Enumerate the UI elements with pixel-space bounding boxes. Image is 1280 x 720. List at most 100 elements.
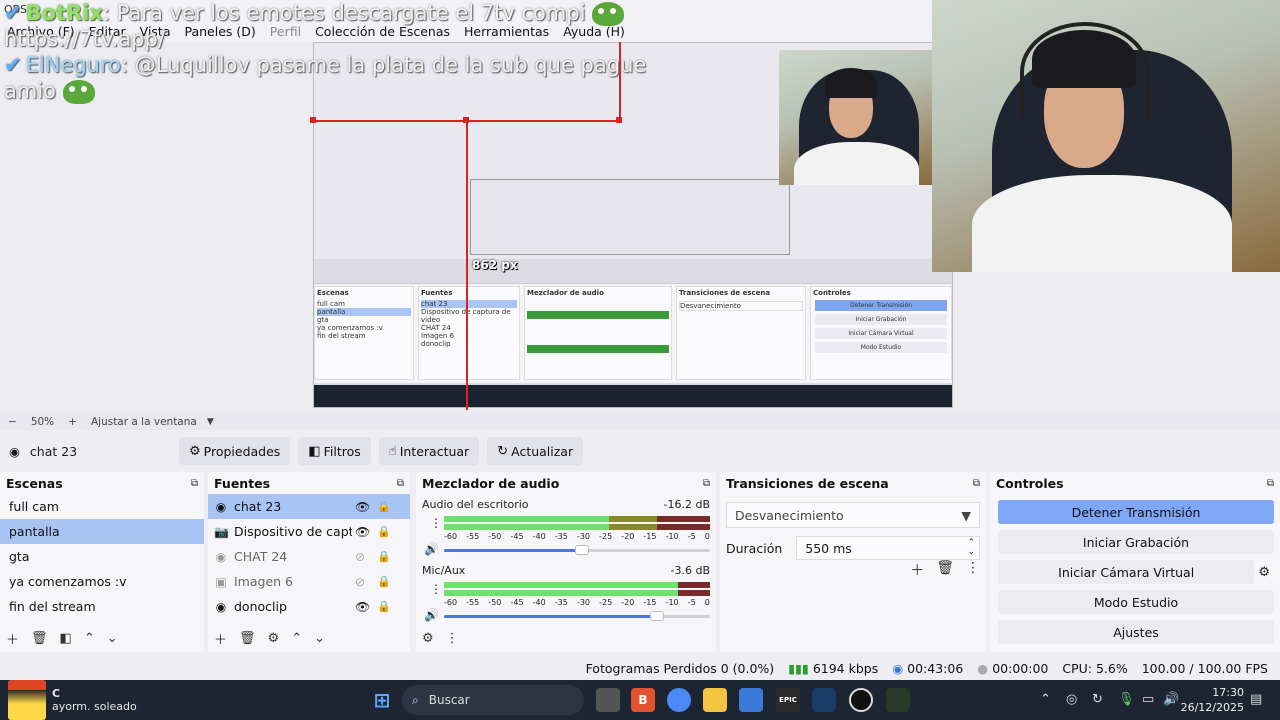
add-icon[interactable]: ＋ xyxy=(214,629,227,648)
notifications-icon[interactable]: ▤ xyxy=(1250,692,1262,707)
gear-icon[interactable]: ⚙ xyxy=(1258,565,1270,580)
advanced-audio-icon[interactable]: ⚙ xyxy=(422,631,434,646)
duration-input[interactable]: 550 ms ⌃ ⌄ xyxy=(796,536,980,560)
arrow-down-icon[interactable]: ⌄ xyxy=(107,631,118,646)
network-icon[interactable]: ▭ xyxy=(1142,692,1154,707)
undock-icon[interactable]: ⧉ xyxy=(973,478,980,489)
steam-icon[interactable] xyxy=(812,688,836,712)
source-item[interactable]: ◉ chat 23 👁 🔒 xyxy=(208,494,410,519)
resize-handle[interactable] xyxy=(616,117,622,123)
menu-archivo[interactable]: Archivo (F) xyxy=(0,24,82,39)
volume-knob[interactable] xyxy=(649,611,664,621)
windows-start-icon[interactable]: ⊞ xyxy=(370,688,394,712)
volume-icon[interactable]: 🔊 xyxy=(1163,692,1179,707)
resize-handle[interactable] xyxy=(310,117,316,123)
add-icon[interactable]: ＋ xyxy=(6,629,19,648)
clock[interactable]: 17:30 26/12/2025 xyxy=(1181,685,1244,715)
zoom-out-button[interactable]: − xyxy=(8,416,17,428)
start-recording-button[interactable]: Iniciar Grabación xyxy=(998,530,1274,554)
weather-widget[interactable]: C ayorm. soleado xyxy=(8,680,137,720)
eye-hidden-icon[interactable]: ⊘ xyxy=(355,550,365,564)
trash-icon[interactable]: 🗑 xyxy=(936,560,954,580)
lock-icon[interactable]: 🔒 xyxy=(377,500,391,513)
lock-icon[interactable]: 🔒 xyxy=(377,600,391,613)
track-menu-icon[interactable]: ⋮ xyxy=(430,516,442,530)
undock-icon[interactable]: ⧉ xyxy=(1267,478,1274,489)
eye-icon[interactable]: 👁 xyxy=(355,525,370,539)
menu-ayuda[interactable]: Ayuda (H) xyxy=(556,24,632,39)
store-icon[interactable] xyxy=(739,688,763,712)
interact-button[interactable]: ☝ Interactuar xyxy=(378,437,480,465)
track-menu-icon[interactable]: ⋮ xyxy=(430,582,442,596)
trash-icon[interactable]: 🗑 xyxy=(239,631,256,646)
menu-dots-icon[interactable]: ⋮ xyxy=(446,631,459,646)
eye-icon[interactable]: 👁 xyxy=(355,500,370,514)
settings-button[interactable]: Ajustes xyxy=(998,620,1274,644)
spin-icon[interactable]: ⌃ ⌄ xyxy=(967,539,975,557)
speaker-icon[interactable]: 🔊 xyxy=(424,608,439,622)
scene-item[interactable]: ya comenzamos :v xyxy=(0,569,204,594)
add-icon[interactable]: ＋ xyxy=(910,560,924,580)
menu-perfil[interactable]: Perfil xyxy=(263,24,308,39)
scene-item[interactable]: fin del stream xyxy=(0,594,204,619)
refresh-button[interactable]: ↻ Actualizar xyxy=(487,437,584,465)
epic-games-icon[interactable]: EPIC xyxy=(776,688,800,712)
menu-vista[interactable]: Vista xyxy=(133,24,178,39)
menu-dots-icon[interactable]: ⋮ xyxy=(966,560,980,580)
chrome-icon[interactable] xyxy=(667,688,691,712)
zoom-dropdown-icon[interactable]: ▼ xyxy=(207,417,214,427)
zoom-fit-button[interactable]: Ajustar a la ventana xyxy=(91,416,197,428)
arrow-up-icon[interactable]: ⌃ xyxy=(291,631,302,646)
undock-icon[interactable]: ⧉ xyxy=(703,478,710,489)
speaker-icon[interactable]: 🔊 xyxy=(424,542,439,556)
filters-button[interactable]: ◧ Filtros xyxy=(298,437,371,465)
filter-icon[interactable]: ◧ xyxy=(60,631,72,646)
arrow-down-icon[interactable]: ⌄ xyxy=(314,631,325,646)
scene-item[interactable]: full cam xyxy=(0,494,204,519)
zoom-in-button[interactable]: + xyxy=(68,416,77,428)
chevron-up-icon[interactable]: ⌃ xyxy=(1040,692,1051,707)
menu-editar[interactable]: Editar xyxy=(82,24,133,39)
undock-icon[interactable]: ⧉ xyxy=(191,478,198,489)
file-explorer-icon[interactable] xyxy=(703,688,727,712)
trash-icon[interactable]: 🗑 xyxy=(31,631,48,646)
resize-handle[interactable] xyxy=(463,117,469,123)
source-item[interactable]: ◉ donoclip 👁 🔒 xyxy=(208,594,410,619)
task-view-icon[interactable] xyxy=(596,688,620,712)
source-item[interactable]: ◉ CHAT 24 ⊘ 🔒 xyxy=(208,544,410,569)
menu-paneles[interactable]: Paneles (D) xyxy=(178,24,263,39)
app-icon[interactable] xyxy=(886,688,910,712)
scene-item[interactable]: gta xyxy=(0,544,204,569)
volume-knob[interactable] xyxy=(575,545,590,555)
source-item[interactable]: ▣ Imagen 6 ⊘ 🔒 xyxy=(208,569,410,594)
obs-icon[interactable] xyxy=(849,688,873,712)
discord-icon[interactable]: ◎ xyxy=(1066,692,1077,707)
lock-icon[interactable]: 🔒 xyxy=(377,550,391,563)
properties-button[interactable]: ⚙ Propiedades xyxy=(179,437,291,465)
mic-icon[interactable]: 🎙 xyxy=(1118,692,1135,707)
taskbar-search[interactable]: ⌕ Buscar xyxy=(402,685,584,715)
undock-icon[interactable]: ⧉ xyxy=(397,478,404,489)
lock-icon[interactable]: 🔒 xyxy=(377,525,391,538)
volume-slider[interactable] xyxy=(444,545,710,555)
source-item[interactable]: 📷 Dispositivo de captura de video 👁 🔒 xyxy=(208,519,410,544)
volume-slider[interactable] xyxy=(444,611,710,621)
lock-icon[interactable]: 🔒 xyxy=(377,575,391,588)
nested-scene-item: gta xyxy=(317,316,329,324)
eye-icon[interactable]: 👁 xyxy=(355,600,370,614)
start-virtual-cam-button[interactable]: Iniciar Cámara Virtual xyxy=(998,560,1255,584)
menu-coleccion-escenas[interactable]: Colección de Escenas xyxy=(308,24,457,39)
gear-icon[interactable]: ⚙ xyxy=(268,631,280,646)
studio-mode-button[interactable]: Modo Estudio xyxy=(998,590,1274,614)
transition-select[interactable]: Desvanecimiento ▼ xyxy=(726,502,980,528)
scale-tick: -15 xyxy=(643,532,657,541)
sync-icon[interactable]: ↻ xyxy=(1092,692,1103,707)
eye-hidden-icon[interactable]: ⊘ xyxy=(355,575,365,589)
menu-herramientas[interactable]: Herramientas xyxy=(457,24,556,39)
scene-item[interactable]: pantalla xyxy=(0,519,204,544)
stop-stream-button[interactable]: Detener Transmisión xyxy=(998,500,1274,524)
nested-mixer-dock: Mezclador de audio xyxy=(524,286,672,380)
brave-browser-icon[interactable]: B xyxy=(631,688,655,712)
zoom-level: 50% xyxy=(30,416,55,428)
arrow-up-icon[interactable]: ⌃ xyxy=(84,631,95,646)
